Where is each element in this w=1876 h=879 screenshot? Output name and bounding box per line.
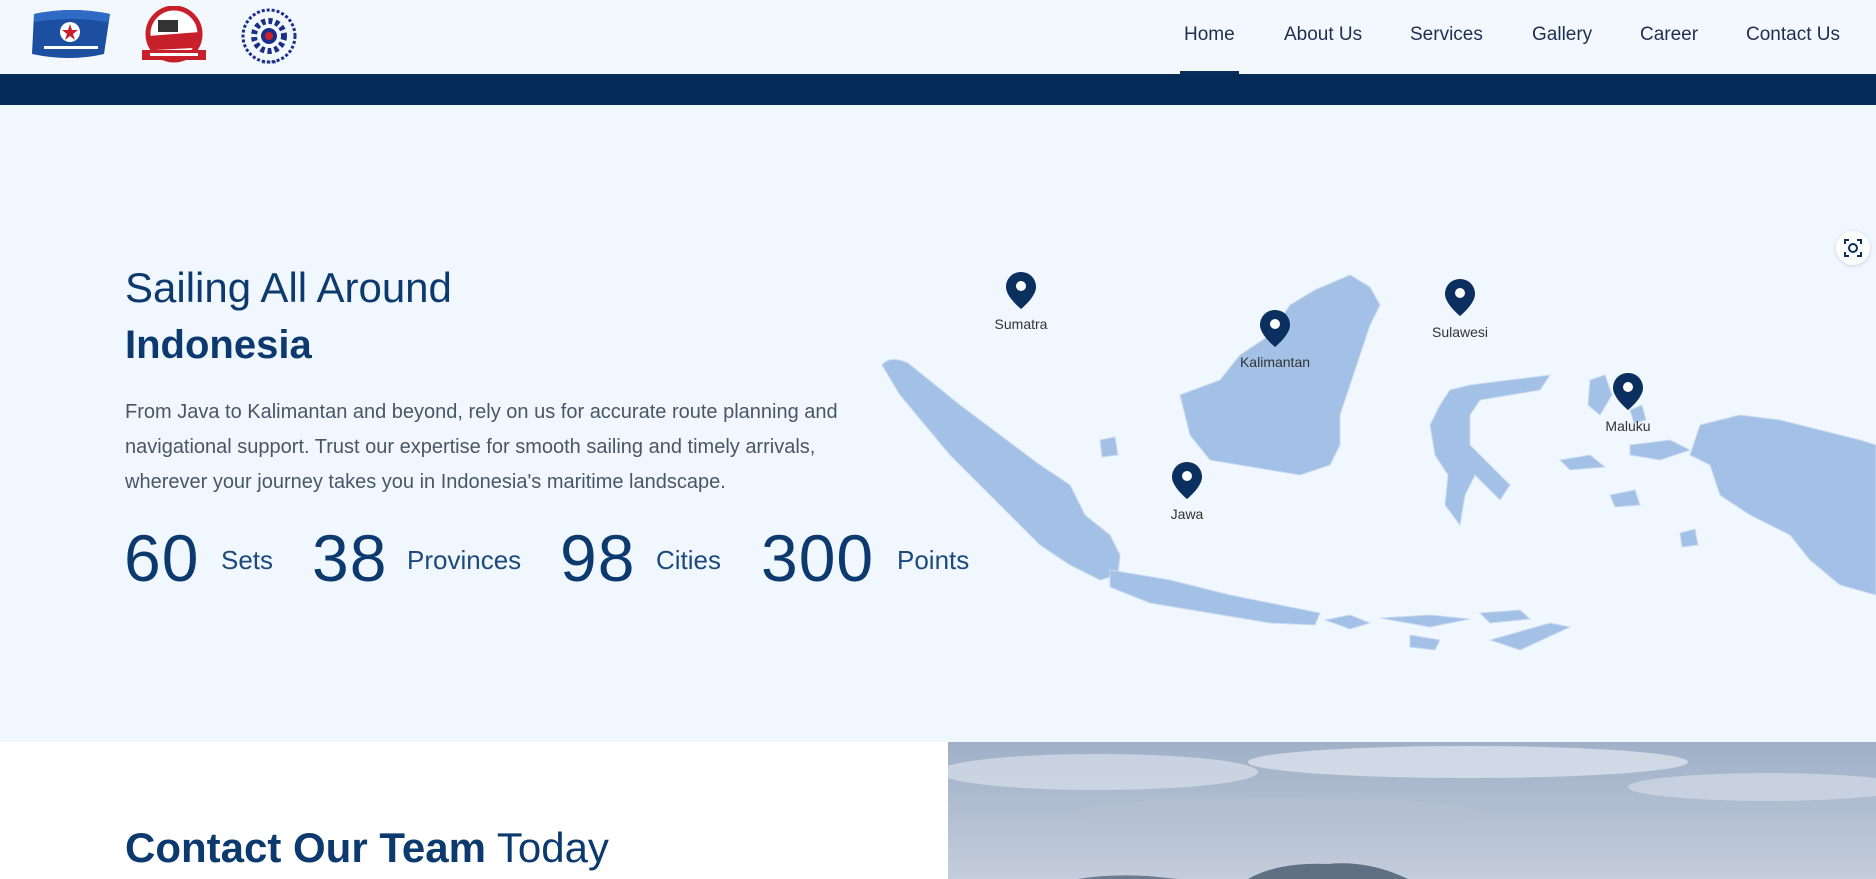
header-accent-bar: [0, 74, 1876, 105]
screenshot-scan-button[interactable]: [1836, 231, 1870, 265]
stat-label-sets: Sets: [221, 545, 274, 575]
nav-about-us[interactable]: About Us: [1284, 24, 1362, 46]
nav-contact-us[interactable]: Contact Us: [1746, 24, 1840, 46]
stat-value-cities: 98: [560, 521, 636, 595]
contact-photo: [948, 742, 1876, 879]
svg-text:★★★: ★★★: [261, 59, 277, 66]
island-sumatra: [881, 359, 1121, 581]
hero-section: Sailing All Around Indonesia From Java t…: [0, 105, 1876, 742]
nav-services[interactable]: Services: [1410, 24, 1483, 46]
island-maluku: [1587, 374, 1613, 416]
stat-value-provinces: 38: [312, 521, 388, 595]
island-jawa: [1109, 569, 1321, 626]
company-logo-3[interactable]: ★★★: [236, 6, 302, 66]
sky-landscape-image: [948, 742, 1876, 879]
stat-value-sets: 60: [124, 521, 200, 595]
stat-label-provinces: Provinces: [407, 545, 522, 575]
site-header: ★★★ Home About Us Services Gallery Caree…: [0, 0, 1876, 74]
pin-jawa: Jawa: [1171, 462, 1204, 522]
pin-label-jawa: Jawa: [1171, 506, 1204, 522]
nav-home[interactable]: Home: [1184, 24, 1235, 46]
pin-label-maluku: Maluku: [1605, 418, 1650, 434]
contact-section: Contact Our Team Today: [0, 742, 948, 879]
contact-title-light: Today: [496, 824, 609, 871]
contact-title-bold: Contact Our Team: [125, 824, 486, 871]
company-logo-1[interactable]: [30, 6, 114, 60]
pin-label-kalimantan: Kalimantan: [1240, 354, 1310, 370]
nav-career[interactable]: Career: [1640, 24, 1698, 46]
hero-description: From Java to Kalimantan and beyond, rely…: [125, 401, 838, 493]
pin-sulawesi: Sulawesi: [1432, 279, 1488, 340]
pin-label-sulawesi: Sulawesi: [1432, 324, 1488, 340]
scan-icon: [1844, 239, 1862, 257]
contact-title: Contact Our Team Today: [125, 824, 609, 872]
stat-value-points: 300: [761, 521, 875, 595]
pin-maluku: Maluku: [1605, 373, 1651, 434]
stat-label-cities: Cities: [656, 545, 722, 575]
nav-gallery[interactable]: Gallery: [1532, 24, 1592, 46]
indonesia-map: Sumatra Kalimantan Sulawesi Jawa Maluku: [881, 272, 1876, 651]
island-kalimantan: [1179, 274, 1381, 476]
island-sulawesi: [1429, 374, 1552, 527]
company-logo-2[interactable]: [136, 6, 212, 64]
hero-title-bold: Indonesia: [125, 323, 312, 367]
pin-label-sumatra: Sumatra: [995, 316, 1048, 332]
hero-title-light: Sailing All Around: [125, 264, 452, 311]
pin-sumatra: Sumatra: [995, 272, 1048, 332]
